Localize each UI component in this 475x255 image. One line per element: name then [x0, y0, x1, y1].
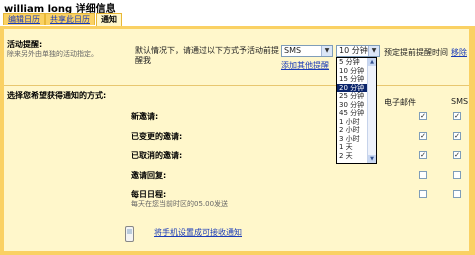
sms-checkbox[interactable]: ✓	[453, 132, 461, 140]
dropdown-option[interactable]: 10 分钟	[337, 67, 368, 76]
dropdown-option[interactable]: 30 分钟	[337, 101, 368, 110]
dropdown-scrollbar[interactable]: ▲ ▼	[367, 58, 376, 163]
row-sublabel: 每天在您当前时区的05.00发送	[131, 200, 229, 208]
tab-notifications[interactable]: 通知	[96, 13, 122, 26]
dropdown-option-highlighted[interactable]: 20 分钟	[337, 83, 368, 92]
sms-checkbox[interactable]	[453, 171, 461, 179]
chevron-down-icon: ▼	[321, 46, 332, 56]
mobile-phone-icon	[125, 226, 134, 242]
sms-checkbox[interactable]: ✓	[453, 112, 461, 120]
email-checkbox[interactable]	[419, 190, 427, 198]
reminders-note: 除来另外由单独的活动指定。	[7, 50, 98, 58]
scroll-down-icon[interactable]: ▼	[368, 155, 376, 163]
preset-reminder-label: 预定提前提醒时间	[384, 48, 448, 57]
notifications-panel: 活动提醒: 除来另外由单独的活动指定。 默认情况下，请通过以下方式予活动前提 醒…	[4, 29, 469, 251]
dropdown-option[interactable]: 1 小时	[337, 118, 368, 127]
row-label: 已取消的邀请:	[131, 151, 183, 160]
scroll-up-icon[interactable]: ▲	[368, 58, 376, 66]
add-reminder-link[interactable]: 添加其他提醒	[281, 60, 329, 71]
sms-checkbox[interactable]: ✓	[453, 151, 461, 159]
email-checkbox[interactable]: ✓	[419, 132, 427, 140]
reminder-method-select[interactable]: SMS ▼	[281, 45, 333, 57]
remove-reminder-link[interactable]: 移除	[451, 47, 467, 58]
email-checkbox[interactable]: ✓	[419, 151, 427, 159]
row-label: 新邀请:	[131, 112, 159, 121]
section-divider	[4, 85, 469, 86]
dropdown-option[interactable]: 1 天	[337, 143, 368, 152]
row-label: 邀请回复:	[131, 171, 167, 180]
reminder-time-select[interactable]: 10 分钟 ▼	[336, 45, 380, 57]
dropdown-option[interactable]: 3 小时	[337, 135, 368, 144]
sms-checkbox[interactable]	[453, 190, 461, 198]
email-column-header: 电子邮件	[384, 98, 416, 107]
reminder-time-value: 10 分钟	[339, 46, 368, 55]
row-label: 已变更的邀请:	[131, 132, 183, 141]
reminder-method-value: SMS	[284, 46, 302, 55]
tab-bar: 编辑日历 共享此日历 通知	[0, 13, 475, 26]
sms-column-header: SMS	[451, 97, 469, 106]
chevron-down-icon: ▼	[368, 46, 379, 56]
dropdown-option[interactable]: 45 分钟	[337, 109, 368, 118]
reminders-desc-line2: 醒我	[135, 56, 151, 65]
reminders-desc-line1: 默认情况下，请通过以下方式予活动前提	[135, 46, 279, 55]
dropdown-option[interactable]: 25 分钟	[337, 92, 368, 101]
notifications-heading: 选择您希望获得通知的方式:	[7, 91, 107, 100]
email-checkbox[interactable]	[419, 171, 427, 179]
dropdown-option[interactable]: 2 天	[337, 152, 368, 161]
reminder-time-dropdown[interactable]: 5 分钟 10 分钟 15 分钟 20 分钟 25 分钟 30 分钟 45 分钟…	[336, 57, 377, 164]
tab-share-calendar[interactable]: 共享此日历	[45, 13, 95, 25]
dropdown-option[interactable]: 15 分钟	[337, 75, 368, 84]
dropdown-option[interactable]: 5 分钟	[337, 58, 368, 67]
dropdown-option[interactable]: 2 小时	[337, 126, 368, 135]
email-checkbox[interactable]: ✓	[419, 112, 427, 120]
phone-setup-link[interactable]: 将手机设置成可接收通知	[154, 227, 242, 238]
tab-edit-calendar[interactable]: 编辑日历	[3, 13, 45, 25]
